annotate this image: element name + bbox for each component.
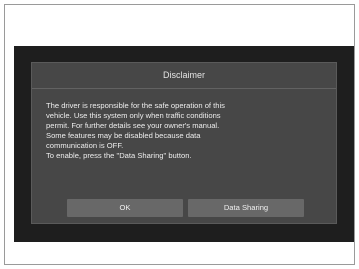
message-line: vehicle. Use this system only when traff… [46,111,221,120]
message-line: Some features may be disabled because da… [46,131,201,140]
data-sharing-button[interactable]: Data Sharing [188,199,304,217]
message-line: To enable, press the "Data Sharing" butt… [46,151,192,160]
message-line: permit. For further details see your own… [46,121,220,130]
disclaimer-dialog: Disclaimer The driver is responsible for… [31,62,337,224]
title-divider [32,88,336,89]
dialog-title: Disclaimer [162,70,205,80]
message-line: The driver is responsible for the safe o… [46,101,225,110]
ok-button[interactable]: OK [67,199,183,217]
message-line: communication is OFF. [46,141,124,150]
screenshot-frame: Disclaimer The driver is responsible for… [4,4,355,265]
display-screen: Disclaimer The driver is responsible for… [14,46,354,242]
dialog-message: The driver is responsible for the safe o… [46,101,328,161]
